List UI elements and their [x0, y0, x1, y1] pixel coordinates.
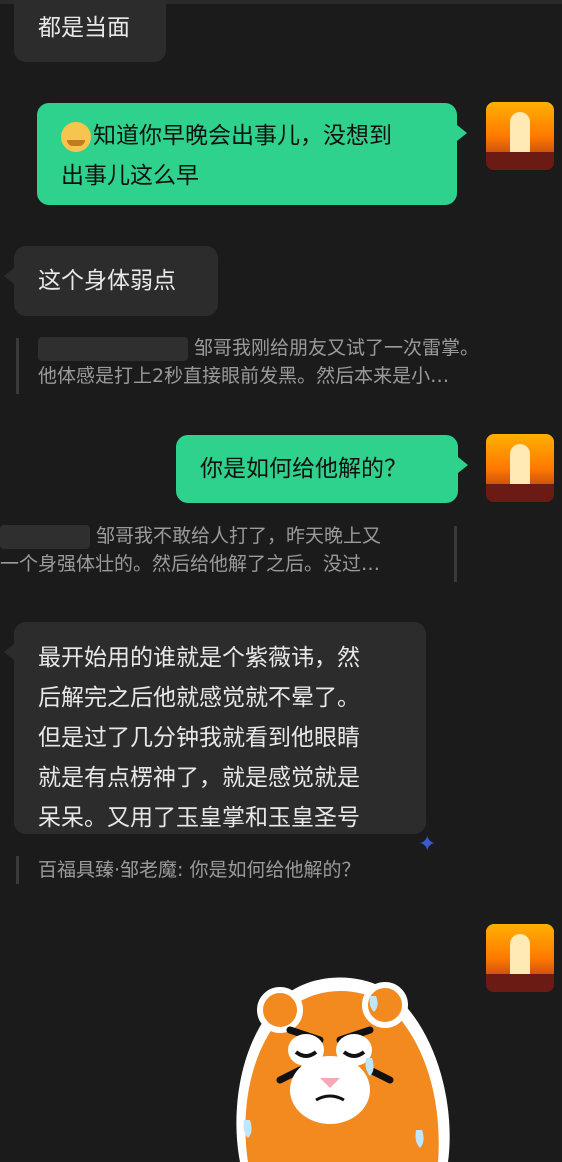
message-text-line: 呆呆。又用了玉皇掌和玉皇圣号 — [38, 805, 360, 831]
message-text: 你是如何给他解的？ — [200, 456, 407, 482]
message-bubble-sent[interactable]: 你是如何给他解的？ — [176, 435, 468, 503]
quote-bar — [454, 526, 457, 582]
quote-text-line-2: 一个身强体壮的。然后给他解了之后。没过… — [0, 553, 381, 575]
message-bubble-received[interactable]: 都是当面 — [14, 0, 166, 62]
message-text-line-2: 出事儿这么早 — [61, 163, 199, 189]
quoted-reply[interactable]: 百福具臻·邹老魔: 你是如何给他解的？ — [16, 856, 436, 886]
quote-text-line-2: 他体感是打上2秒直接眼前发黑。然后本来是小… — [38, 365, 450, 387]
crying-laughing-emoji-icon — [61, 121, 91, 152]
avatar-figure-icon — [510, 934, 530, 978]
quoted-reply[interactable]: 邹哥我不敢给人打了，昨天晚上又 一个身强体壮的。然后给他解了之后。没过… — [0, 522, 458, 586]
self-avatar[interactable] — [486, 434, 554, 502]
avatar-figure-icon — [510, 444, 530, 488]
message-text: 这个身体弱点 — [38, 268, 176, 294]
blurred-username — [0, 524, 90, 549]
message-text-line: 但是过了几分钟我就看到他眼睛 — [38, 725, 360, 751]
message-bubble-received[interactable]: 最开始用的谁就是个紫薇讳，然 后解完之后他就感觉就不晕了。 但是过了几分钟我就看… — [4, 622, 426, 834]
message-text-line: 就是有点楞神了，就是感觉就是 — [38, 765, 360, 791]
quote-text-line-1: 邹哥我不敢给人打了，昨天晚上又 — [96, 525, 382, 547]
crying-tiger-sticker[interactable] — [220, 960, 460, 1162]
quote-bar — [16, 338, 19, 394]
message-text-line: 最开始用的谁就是个紫薇讳，然 — [38, 645, 360, 671]
quoted-reply[interactable]: 邹哥我刚给朋友又试了一次雷掌。 他体感是打上2秒直接眼前发黑。然后本来是小… — [16, 334, 536, 398]
self-avatar[interactable] — [486, 102, 554, 170]
self-avatar[interactable] — [486, 924, 554, 992]
quote-text-line-1: 百福具臻·邹老魔: 你是如何给他解的？ — [38, 859, 361, 881]
message-text-line-1: 知道你早晚会出事儿，没想到 — [93, 123, 392, 149]
avatar-figure-icon — [510, 112, 530, 156]
sparkle-icon[interactable]: ✦ — [418, 832, 440, 857]
message-text: 都是当面 — [38, 15, 130, 41]
blurred-username — [38, 336, 188, 361]
message-text-line: 后解完之后他就感觉就不晕了。 — [38, 685, 360, 711]
message-bubble-received[interactable]: 这个身体弱点 — [4, 246, 218, 316]
quote-text-line-1: 邹哥我刚给朋友又试了一次雷掌。 — [194, 337, 480, 359]
message-bubble-sent[interactable]: 知道你早晚会出事儿，没想到 出事儿这么早 — [37, 103, 467, 205]
quote-bar — [16, 856, 19, 884]
